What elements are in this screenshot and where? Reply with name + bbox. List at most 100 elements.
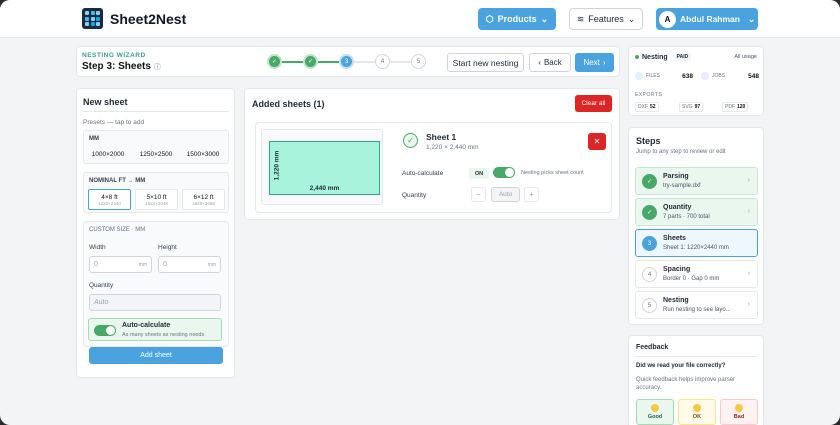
step-number: 4	[642, 267, 657, 282]
files-value: 638	[682, 72, 693, 80]
step-quantity[interactable]: ✓ Quantity 7 parts · 700 total ›	[635, 198, 758, 226]
feedback-ok-button[interactable]: OK	[678, 399, 716, 425]
sheet-auto-toggle[interactable]	[493, 167, 515, 178]
user-menu-button[interactable]: A Abdul Rahman ⌄	[656, 8, 758, 30]
all-usage-link[interactable]: All usage	[734, 54, 757, 60]
chevron-down-icon: ⌄	[627, 13, 636, 24]
feedback-question: Did we read your file correctly?	[636, 363, 726, 369]
step-dot-3[interactable]: 3	[339, 54, 354, 69]
width-input[interactable]: 0 mm	[89, 256, 152, 273]
usage-panel: Nesting PAID All usage FILES 638 JOBS 54…	[628, 46, 764, 116]
back-button[interactable]: ‹ Back	[529, 53, 571, 72]
brand-name[interactable]: Sheet2Nest	[110, 11, 186, 27]
cube-icon: ⬡	[485, 13, 494, 24]
top-header: Sheet2Nest ⬡ Products ⌄ ≋ Features ⌄ A A…	[0, 0, 840, 38]
sheet-width-label: 2,440 mm	[309, 185, 340, 192]
plan-badge: PAID	[673, 53, 692, 61]
preset-1250x2500[interactable]: 1250×2500	[134, 146, 178, 162]
auto-calculate-toggle[interactable]	[94, 325, 116, 336]
step-parsing[interactable]: ✓ Parsing try-sample.dxf ›	[635, 167, 758, 195]
sheet-card: 1,220 mm 2,440 mm ✓ Sheet 1 1,220 × 2,44…	[255, 122, 612, 213]
step-detail: 7 parts · 700 total	[663, 214, 710, 220]
step-name: Parsing	[663, 173, 689, 180]
chevron-right-icon: ›	[602, 58, 606, 67]
steps-title: Steps	[636, 136, 661, 146]
width-placeholder: 0	[94, 261, 98, 268]
sheet-rectangle: 1,220 mm 2,440 mm	[269, 141, 380, 195]
height-input[interactable]: 0 mm	[158, 256, 221, 273]
preset-1000x2000[interactable]: 1000×2000	[86, 146, 130, 162]
chevron-down-icon: ⌄	[747, 13, 756, 24]
feedback-bad-button[interactable]: Bad	[720, 399, 758, 425]
on-badge: ON	[469, 168, 489, 179]
back-label: Back	[543, 58, 562, 67]
info-icon[interactable]: ⓘ	[154, 64, 161, 71]
status-dot-icon	[635, 55, 639, 59]
presets-label: Presets — tap to add	[83, 119, 145, 126]
preset-name: 5×10 ft	[146, 193, 167, 201]
feedback-ok-label: OK	[692, 414, 702, 420]
preset-6x12-ft[interactable]: 6×12 ft 1829×3658	[182, 189, 225, 210]
clear-all-button[interactable]: Clear all	[575, 95, 612, 112]
feedback-good-button[interactable]: Good	[636, 399, 674, 425]
sheet-quantity-label: Quantity	[402, 192, 427, 199]
decrement-button[interactable]: −	[471, 187, 486, 202]
preset-1500x3000[interactable]: 1500×3000	[181, 146, 225, 162]
preset-mm: 1829×3658	[192, 200, 215, 206]
custom-size-label: CUSTOM SIZE · MM	[89, 227, 146, 233]
export-count: 120	[737, 104, 746, 110]
step-number: 3	[642, 236, 657, 251]
divider	[636, 356, 758, 357]
step-indicator: ✓ ✓ 3 4 5	[267, 54, 426, 69]
sheet-preview: 1,220 mm 2,440 mm	[261, 129, 383, 205]
next-button[interactable]: Next ›	[575, 53, 614, 72]
quantity-input[interactable]: Auto	[89, 294, 221, 311]
delete-sheet-button[interactable]: ✕	[588, 133, 606, 150]
step-dot-1[interactable]: ✓	[267, 54, 282, 69]
features-label: Features	[588, 14, 624, 24]
products-menu-button[interactable]: ⬡ Products ⌄	[478, 8, 556, 30]
step-detail: Sheet 1: 1220×2440 mm	[663, 245, 729, 251]
preset-5x10-ft[interactable]: 5×10 ft 1524×3048	[135, 189, 178, 210]
preset-mm: 1220×2440	[98, 200, 121, 206]
add-sheet-button[interactable]: Add sheet	[89, 347, 223, 364]
files-label: FILES	[646, 73, 660, 79]
step-dot-5[interactable]: 5	[411, 54, 426, 69]
user-name: Abdul Rahman	[680, 14, 740, 24]
preset-4x8-ft[interactable]: 4×8 ft 1220×2440	[88, 189, 131, 210]
step-nesting[interactable]: 5 Nesting Run nesting to see layo... ›	[635, 291, 758, 319]
step-connector	[282, 60, 303, 63]
feedback-description: Quick feedback helps improve parser accu…	[636, 377, 736, 392]
step-spacing[interactable]: 4 Spacing Border 0 · Gap 0 mm ›	[635, 260, 758, 288]
smile-emoji-icon	[651, 404, 659, 412]
files-stat: FILES 638	[635, 72, 693, 80]
features-menu-button[interactable]: ≋ Features ⌄	[569, 8, 643, 30]
avatar: A	[659, 10, 676, 28]
chevron-right-icon: ›	[747, 270, 750, 277]
sheet-quantity-input[interactable]: Auto	[491, 187, 520, 202]
steps-panel: Steps Jump to any step to review or edit…	[628, 127, 764, 325]
usage-header: Nesting PAID	[635, 53, 692, 61]
step-name: Spacing	[663, 266, 691, 273]
increment-button[interactable]: +	[524, 187, 539, 202]
chevron-down-icon: ⌄	[540, 13, 549, 24]
preset-name: 6×12 ft	[193, 193, 214, 201]
step-dot-4[interactable]: 4	[375, 54, 390, 69]
chevron-left-icon: ‹	[538, 58, 541, 67]
mm-presets-box: MM 1000×2000 1250×2500 1500×3000	[83, 130, 229, 164]
step-name: Quantity	[663, 204, 692, 211]
step-sheets[interactable]: 3 Sheets Sheet 1: 1220×2440 mm	[635, 229, 758, 257]
unit-label: mm	[207, 261, 216, 268]
neutral-emoji-icon	[693, 404, 701, 412]
wizard-title: Step 3: Sheets ⓘ	[82, 61, 161, 72]
export-count: 97	[694, 104, 701, 110]
feedback-panel: Feedback Did we read your file correctly…	[628, 335, 764, 425]
start-new-nesting-button[interactable]: Start new nesting	[447, 53, 524, 72]
unit-label: mm	[138, 261, 147, 268]
height-label: Height	[158, 244, 177, 251]
added-sheets-panel: Added sheets (1) Clear all 1,220 mm 2,44…	[244, 88, 620, 220]
export-chip-pdf: PDF 120	[722, 102, 749, 112]
step-dot-2[interactable]: ✓	[303, 54, 318, 69]
wizard-label: NESTING WIZARD	[82, 52, 146, 59]
logo-icon[interactable]	[82, 8, 103, 29]
